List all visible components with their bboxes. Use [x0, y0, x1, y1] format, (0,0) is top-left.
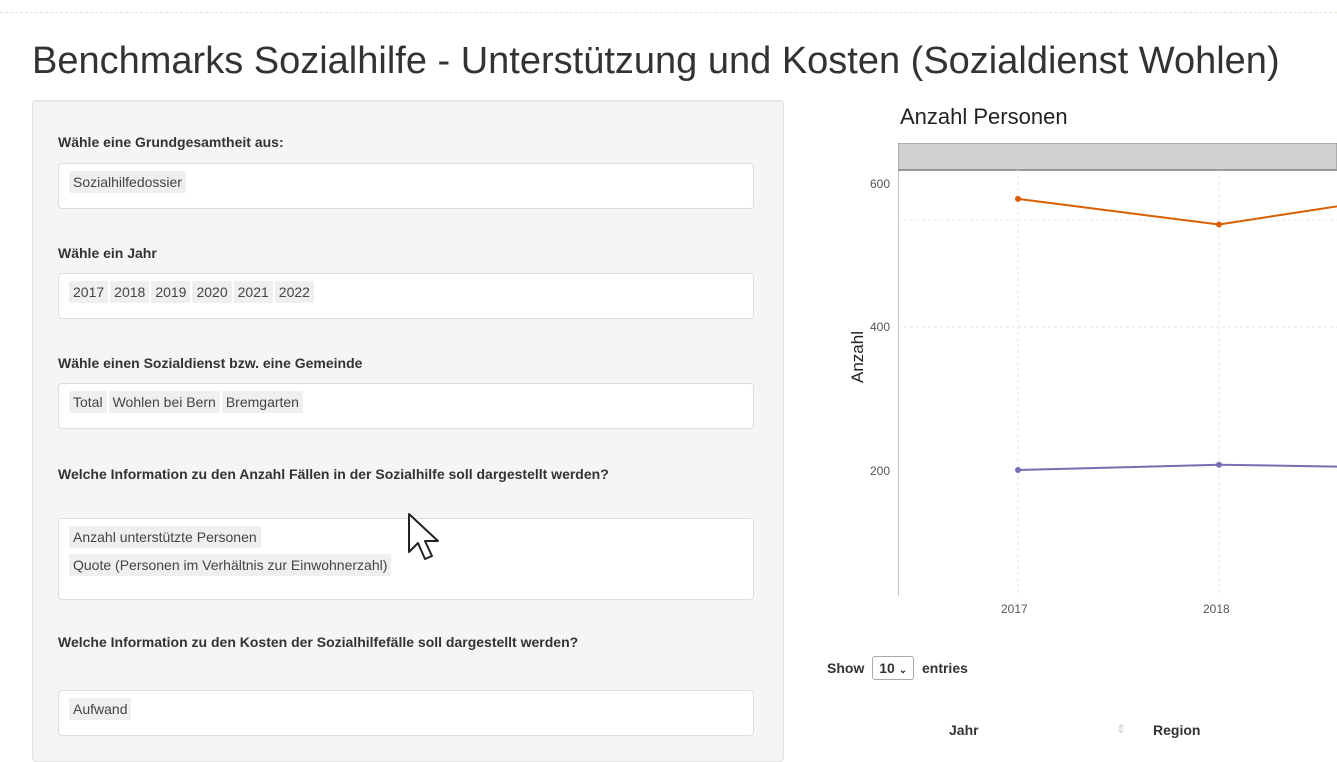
- selected-chip[interactable]: 2021: [233, 281, 273, 303]
- kosten-label: Welche Information zu den Kosten der Soz…: [58, 634, 579, 650]
- entries-select[interactable]: 10 ⌄: [872, 656, 915, 680]
- y-tick-label: 400: [869, 320, 890, 334]
- jahr-select[interactable]: 2017 2018 2019 2020 2021 2022: [58, 273, 754, 319]
- mouse-cursor-icon: [408, 513, 439, 560]
- entries-label: entries: [921, 660, 968, 676]
- chart-plot: [898, 143, 1337, 596]
- selected-chip[interactable]: Total: [69, 391, 107, 413]
- table-header-region[interactable]: Region: [1153, 722, 1200, 738]
- data-point: [1015, 195, 1021, 202]
- faelle-label: Welche Information zu den Anzahl Fällen …: [58, 466, 609, 482]
- chevron-down-icon: ⌄: [898, 665, 908, 676]
- grundgesamtheit-label: Wähle eine Grundgesamtheit aus:: [58, 134, 284, 150]
- y-axis-label: Anzahl: [848, 331, 867, 383]
- sort-icon[interactable]: ⇕: [1116, 722, 1126, 736]
- selected-chip[interactable]: 2022: [274, 281, 314, 303]
- selected-chip[interactable]: 2020: [192, 281, 232, 303]
- facet-strip: [898, 143, 1337, 171]
- selected-chip[interactable]: 2019: [151, 281, 191, 303]
- selected-chip[interactable]: Quote (Personen im Verhältnis zur Einwoh…: [69, 554, 392, 576]
- y-tick-label: 600: [869, 177, 890, 191]
- data-point: [1216, 221, 1222, 228]
- entries-value: 10: [879, 660, 895, 676]
- selected-chip[interactable]: Bremgarten: [221, 391, 303, 413]
- table-length-control: Show 10 ⌄ entries: [827, 656, 968, 680]
- selected-chip[interactable]: 2018: [110, 281, 150, 303]
- page-title: Benchmarks Sozialhilfe - Unterstützung u…: [32, 40, 1280, 82]
- selected-chip[interactable]: 2017: [69, 281, 109, 303]
- data-point: [1216, 461, 1222, 468]
- grundgesamtheit-select[interactable]: Sozialhilfedossier: [58, 163, 754, 209]
- faelle-select[interactable]: Anzahl unterstützte Personen Quote (Pers…: [58, 518, 754, 600]
- show-label: Show: [827, 660, 865, 676]
- y-tick-label: 200: [869, 464, 890, 478]
- selected-chip[interactable]: Wohlen bei Bern: [108, 391, 220, 413]
- selected-chip[interactable]: Anzahl unterstützte Personen: [69, 526, 261, 548]
- x-tick-label: 2018: [1203, 602, 1230, 616]
- jahr-label: Wähle ein Jahr: [58, 245, 157, 261]
- kosten-select[interactable]: Aufwand: [58, 690, 754, 736]
- selected-chip[interactable]: Sozialhilfedossier: [69, 171, 186, 193]
- series-line-2: [1017, 463, 1337, 472]
- selected-chip[interactable]: Aufwand: [69, 698, 132, 720]
- sozialdienst-label: Wähle einen Sozialdienst bzw. eine Gemei…: [58, 355, 363, 371]
- line-chart: [898, 143, 1337, 596]
- data-point: [1015, 467, 1021, 474]
- sozialdienst-select[interactable]: Total Wohlen bei Bern Bremgarten: [58, 383, 754, 429]
- top-divider: [0, 12, 1337, 13]
- x-tick-label: 2017: [1001, 602, 1028, 616]
- table-header-jahr[interactable]: Jahr: [949, 722, 979, 738]
- chart-title: Anzahl Personen: [900, 104, 1068, 129]
